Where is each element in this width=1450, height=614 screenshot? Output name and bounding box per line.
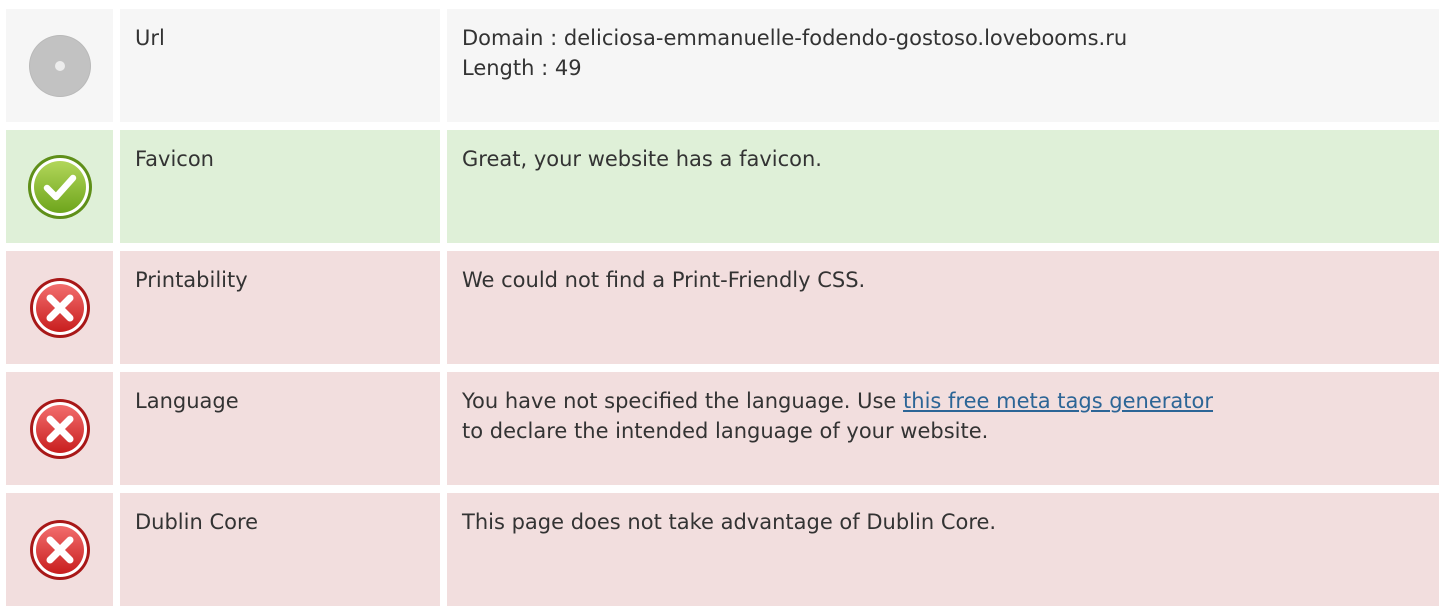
check-label: Printability (120, 251, 440, 364)
check-row-printability: Printability We could not find a Print-F… (6, 251, 1439, 364)
status-cell (6, 251, 113, 364)
error-circle-icon (29, 277, 90, 338)
check-label: Favicon (120, 130, 440, 243)
message-line-1: You have not specified the language. Use… (462, 386, 1427, 416)
domain-line: Domain : deliciosa-emmanuelle-fodendo-go… (462, 26, 1128, 50)
check-message: We could not find a Print-Friendly CSS. (447, 251, 1439, 364)
length-line: Length : 49 (462, 56, 582, 80)
check-message: This page does not take advantage of Dub… (447, 493, 1439, 606)
check-label: Url (120, 9, 440, 122)
message-text: You have not specified the language. Use (462, 389, 904, 413)
check-row-url: Url Domain : deliciosa-emmanuelle-fodend… (6, 9, 1439, 122)
status-cell (6, 130, 113, 243)
message-line: We could not find a Print-Friendly CSS. (462, 268, 866, 292)
check-circle-icon (27, 154, 92, 219)
check-row-favicon: Favicon Great, your website has a favico… (6, 130, 1439, 243)
message-line-2: to declare the intended language of your… (462, 419, 989, 443)
status-cell (6, 493, 113, 606)
check-message: Domain : deliciosa-emmanuelle-fodendo-go… (447, 9, 1439, 122)
error-circle-icon (29, 398, 90, 459)
message-line: Great, your website has a favicon. (462, 147, 822, 171)
message-line: This page does not take advantage of Dub… (462, 510, 997, 534)
status-cell (6, 9, 113, 122)
info-circle-icon (28, 34, 91, 97)
check-row-dublin-core: Dublin Core This page does not take adva… (6, 493, 1439, 606)
meta-tags-generator-link[interactable]: this free meta tags generator (903, 389, 1213, 413)
status-cell (6, 372, 113, 485)
check-message: Great, your website has a favicon. (447, 130, 1439, 243)
seo-check-table: Url Domain : deliciosa-emmanuelle-fodend… (6, 9, 1439, 614)
error-circle-icon (29, 519, 90, 580)
check-row-language: Language You have not specified the lang… (6, 372, 1439, 485)
check-message: You have not specified the language. Use… (447, 372, 1439, 485)
check-label: Language (120, 372, 440, 485)
check-label: Dublin Core (120, 493, 440, 606)
